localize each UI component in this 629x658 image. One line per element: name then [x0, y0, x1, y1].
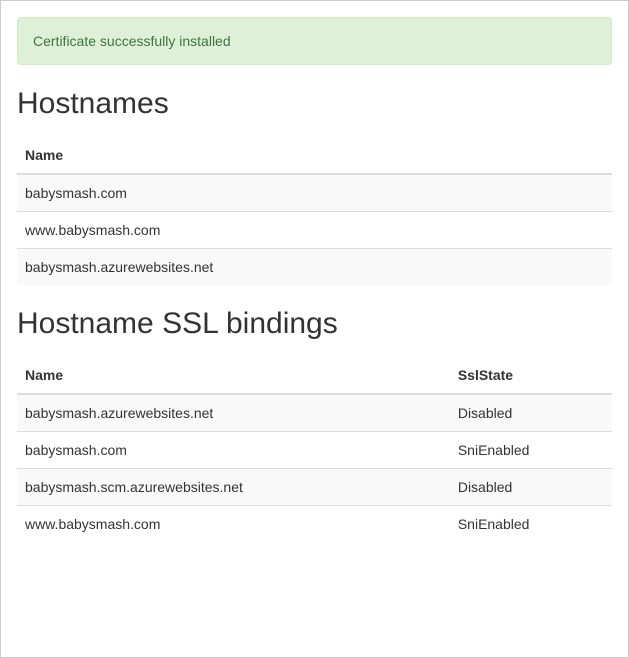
ssl-name-cell: www.babysmash.com [17, 506, 450, 543]
hostname-cell: babysmash.azurewebsites.net [17, 249, 612, 286]
hostnames-table: Name babysmash.com www.babysmash.com bab… [17, 137, 612, 285]
success-alert: Certificate successfully installed [17, 17, 612, 65]
table-row: babysmash.com [17, 174, 612, 212]
ssl-state-cell: Disabled [450, 394, 612, 432]
ssl-bindings-col-name: Name [17, 357, 450, 394]
table-row: babysmash.azurewebsites.net [17, 249, 612, 286]
ssl-name-cell: babysmash.com [17, 432, 450, 469]
ssl-state-cell: Disabled [450, 469, 612, 506]
hostnames-col-name: Name [17, 137, 612, 174]
ssl-bindings-heading: Hostname SSL bindings [17, 307, 612, 341]
ssl-bindings-header-row: Name SslState [17, 357, 612, 394]
table-row: babysmash.azurewebsites.net Disabled [17, 394, 612, 432]
ssl-state-cell: SniEnabled [450, 432, 612, 469]
hostnames-heading: Hostnames [17, 87, 612, 121]
hostname-cell: babysmash.com [17, 174, 612, 212]
ssl-bindings-table: Name SslState babysmash.azurewebsites.ne… [17, 357, 612, 542]
table-row: www.babysmash.com [17, 212, 612, 249]
ssl-state-cell: SniEnabled [450, 506, 612, 543]
alert-message: Certificate successfully installed [33, 33, 231, 49]
ssl-name-cell: babysmash.scm.azurewebsites.net [17, 469, 450, 506]
table-row: babysmash.scm.azurewebsites.net Disabled [17, 469, 612, 506]
table-row: babysmash.com SniEnabled [17, 432, 612, 469]
ssl-name-cell: babysmash.azurewebsites.net [17, 394, 450, 432]
ssl-bindings-col-sslstate: SslState [450, 357, 612, 394]
table-row: www.babysmash.com SniEnabled [17, 506, 612, 543]
hostname-cell: www.babysmash.com [17, 212, 612, 249]
hostnames-header-row: Name [17, 137, 612, 174]
